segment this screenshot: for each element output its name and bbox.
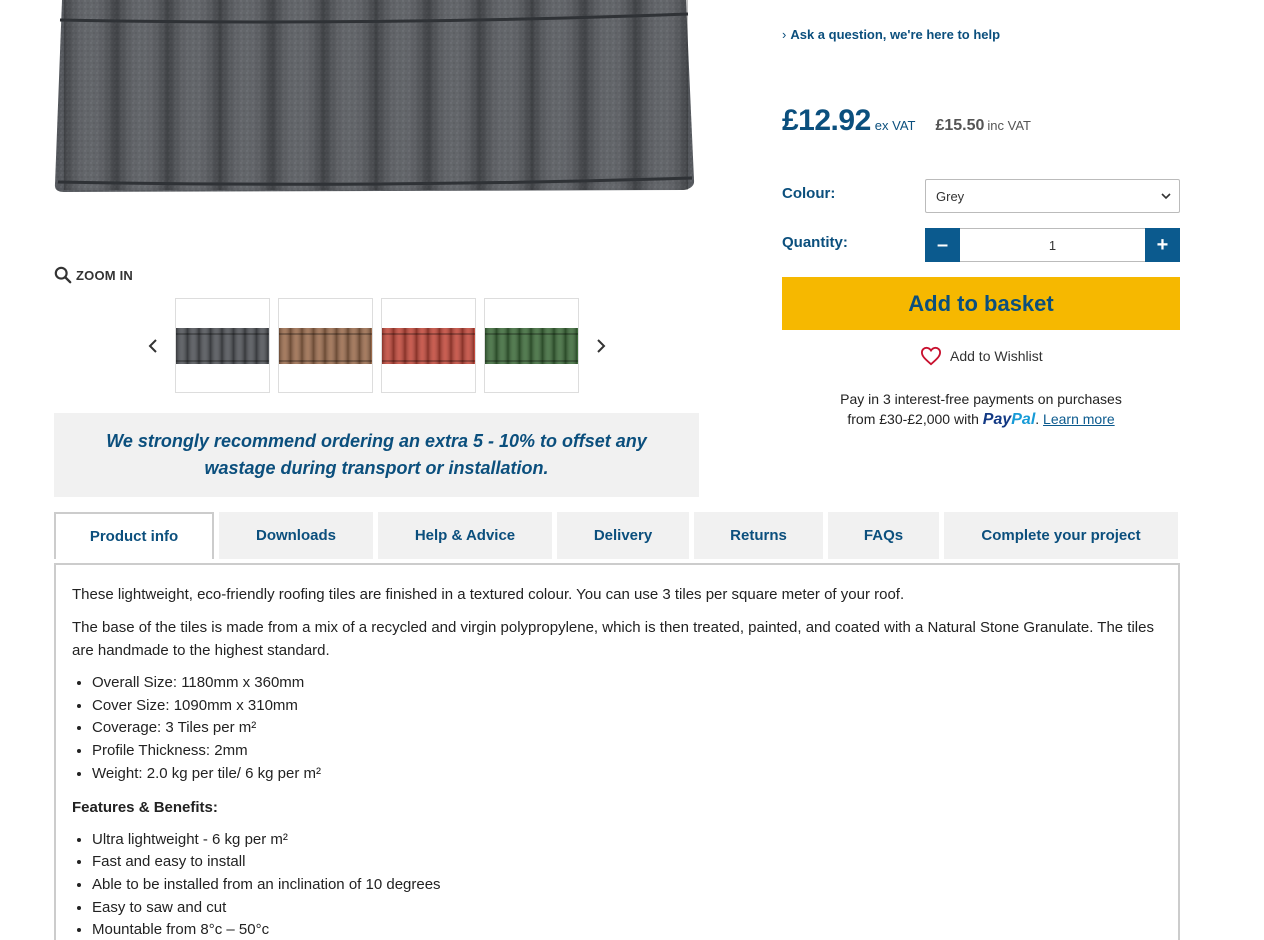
thumbnail-red[interactable] — [381, 298, 476, 393]
thumbnail-brown[interactable] — [278, 298, 373, 393]
list-item: Weight: 2.0 kg per tile/ 6 kg per m² — [92, 763, 1162, 786]
list-item: Mountable from 8°c – 50°c — [92, 919, 1162, 940]
thumbnail-list — [175, 298, 579, 393]
price-inc-vat: £15.50 — [935, 117, 985, 134]
features-title: Features & Benefits: — [72, 798, 218, 816]
paypal-message: Pay in 3 interest-free payments on purch… — [782, 389, 1180, 430]
paypal-logo: PayPal — [982, 411, 1036, 428]
price-inc-vat-label: inc VAT — [987, 118, 1031, 133]
thumbnail-image — [279, 327, 372, 364]
heart-icon — [920, 346, 942, 366]
carousel-next-button[interactable] — [588, 333, 614, 359]
price-ex-vat-label: ex VAT — [874, 118, 916, 133]
recommendation-text: We strongly recommend ordering an extra … — [106, 431, 647, 478]
list-item: Fast and easy to install — [92, 851, 1162, 874]
product-info-panel: These lightweight, eco-friendly roofing … — [54, 563, 1180, 940]
product-image[interactable] — [54, 0, 696, 196]
list-item: Cover Size: 1090mm x 310mm — [92, 695, 1162, 718]
ask-question-label: Ask a question, we're here to help — [790, 27, 1001, 42]
list-item: Coverage: 3 Tiles per m² — [92, 717, 1162, 740]
quantity-label: Quantity: — [782, 234, 848, 251]
wishlist-label: Add to Wishlist — [950, 348, 1043, 364]
chevron-right-icon — [597, 338, 606, 353]
list-item: Profile Thickness: 2mm — [92, 740, 1162, 763]
specs-list: Overall Size: 1180mm x 360mmCover Size: … — [72, 672, 1162, 786]
thumbnail-image — [382, 327, 475, 364]
paypal-line-2: from £30-£2,000 with — [847, 411, 979, 427]
product-intro: These lightweight, eco-friendly roofing … — [72, 586, 905, 603]
product-base-description: The base of the tiles is made from a mix… — [72, 619, 1154, 659]
colour-label: Colour: — [782, 185, 836, 202]
thumbnail-grey[interactable] — [175, 298, 270, 393]
thumbnail-image — [176, 327, 269, 364]
features-list: Ultra lightweight - 6 kg per m²Fast and … — [72, 829, 1162, 940]
thumbnail-carousel — [140, 298, 614, 393]
quantity-input[interactable] — [960, 228, 1145, 262]
magnifier-icon — [54, 266, 72, 284]
chevron-down-icon — [1161, 192, 1171, 199]
zoom-in-button[interactable]: ZOOM IN — [54, 266, 133, 284]
tab-delivery[interactable]: Delivery — [557, 512, 689, 559]
add-to-basket-button[interactable]: Add to basket — [782, 277, 1180, 330]
chevron-left-icon — [148, 338, 157, 353]
thumbnail-green[interactable] — [484, 298, 579, 393]
tab-downloads[interactable]: Downloads — [219, 512, 373, 559]
colour-select[interactable]: Grey — [925, 179, 1180, 213]
list-item: Overall Size: 1180mm x 360mm — [92, 672, 1162, 695]
tab-complete-your-project[interactable]: Complete your project — [944, 512, 1178, 559]
tab-help-advice[interactable]: Help & Advice — [378, 512, 552, 559]
chevron-right-icon: › — [782, 27, 787, 42]
list-item: Able to be installed from an inclination… — [92, 874, 1162, 897]
price-ex-vat: £12.92 — [782, 104, 871, 137]
paypal-learn-more-link[interactable]: Learn more — [1043, 411, 1115, 427]
add-to-wishlist-button[interactable]: Add to Wishlist — [920, 346, 1043, 366]
paypal-line-1: Pay in 3 interest-free payments on purch… — [840, 391, 1122, 407]
recommendation-banner: We strongly recommend ordering an extra … — [54, 413, 699, 497]
price-block: £12.92 ex VAT £15.50 inc VAT — [782, 104, 1031, 138]
quantity-decrease-button[interactable]: – — [925, 228, 960, 262]
list-item: Ultra lightweight - 6 kg per m² — [92, 829, 1162, 852]
list-item: Easy to saw and cut — [92, 897, 1162, 920]
quantity-stepper: – + — [925, 228, 1180, 262]
zoom-label: ZOOM IN — [76, 267, 134, 283]
tab-returns[interactable]: Returns — [694, 512, 823, 559]
tab-faqs[interactable]: FAQs — [828, 512, 939, 559]
product-tabs: Product info Downloads Help & Advice Delive… — [54, 512, 1180, 559]
quantity-increase-button[interactable]: + — [1145, 228, 1180, 262]
carousel-prev-button[interactable] — [140, 333, 166, 359]
ask-question-link[interactable]: › Ask a question, we're here to help — [782, 27, 1000, 42]
tab-product-info[interactable]: Product info — [54, 512, 214, 559]
thumbnail-image — [485, 327, 578, 364]
colour-selected-value: Grey — [936, 188, 965, 204]
